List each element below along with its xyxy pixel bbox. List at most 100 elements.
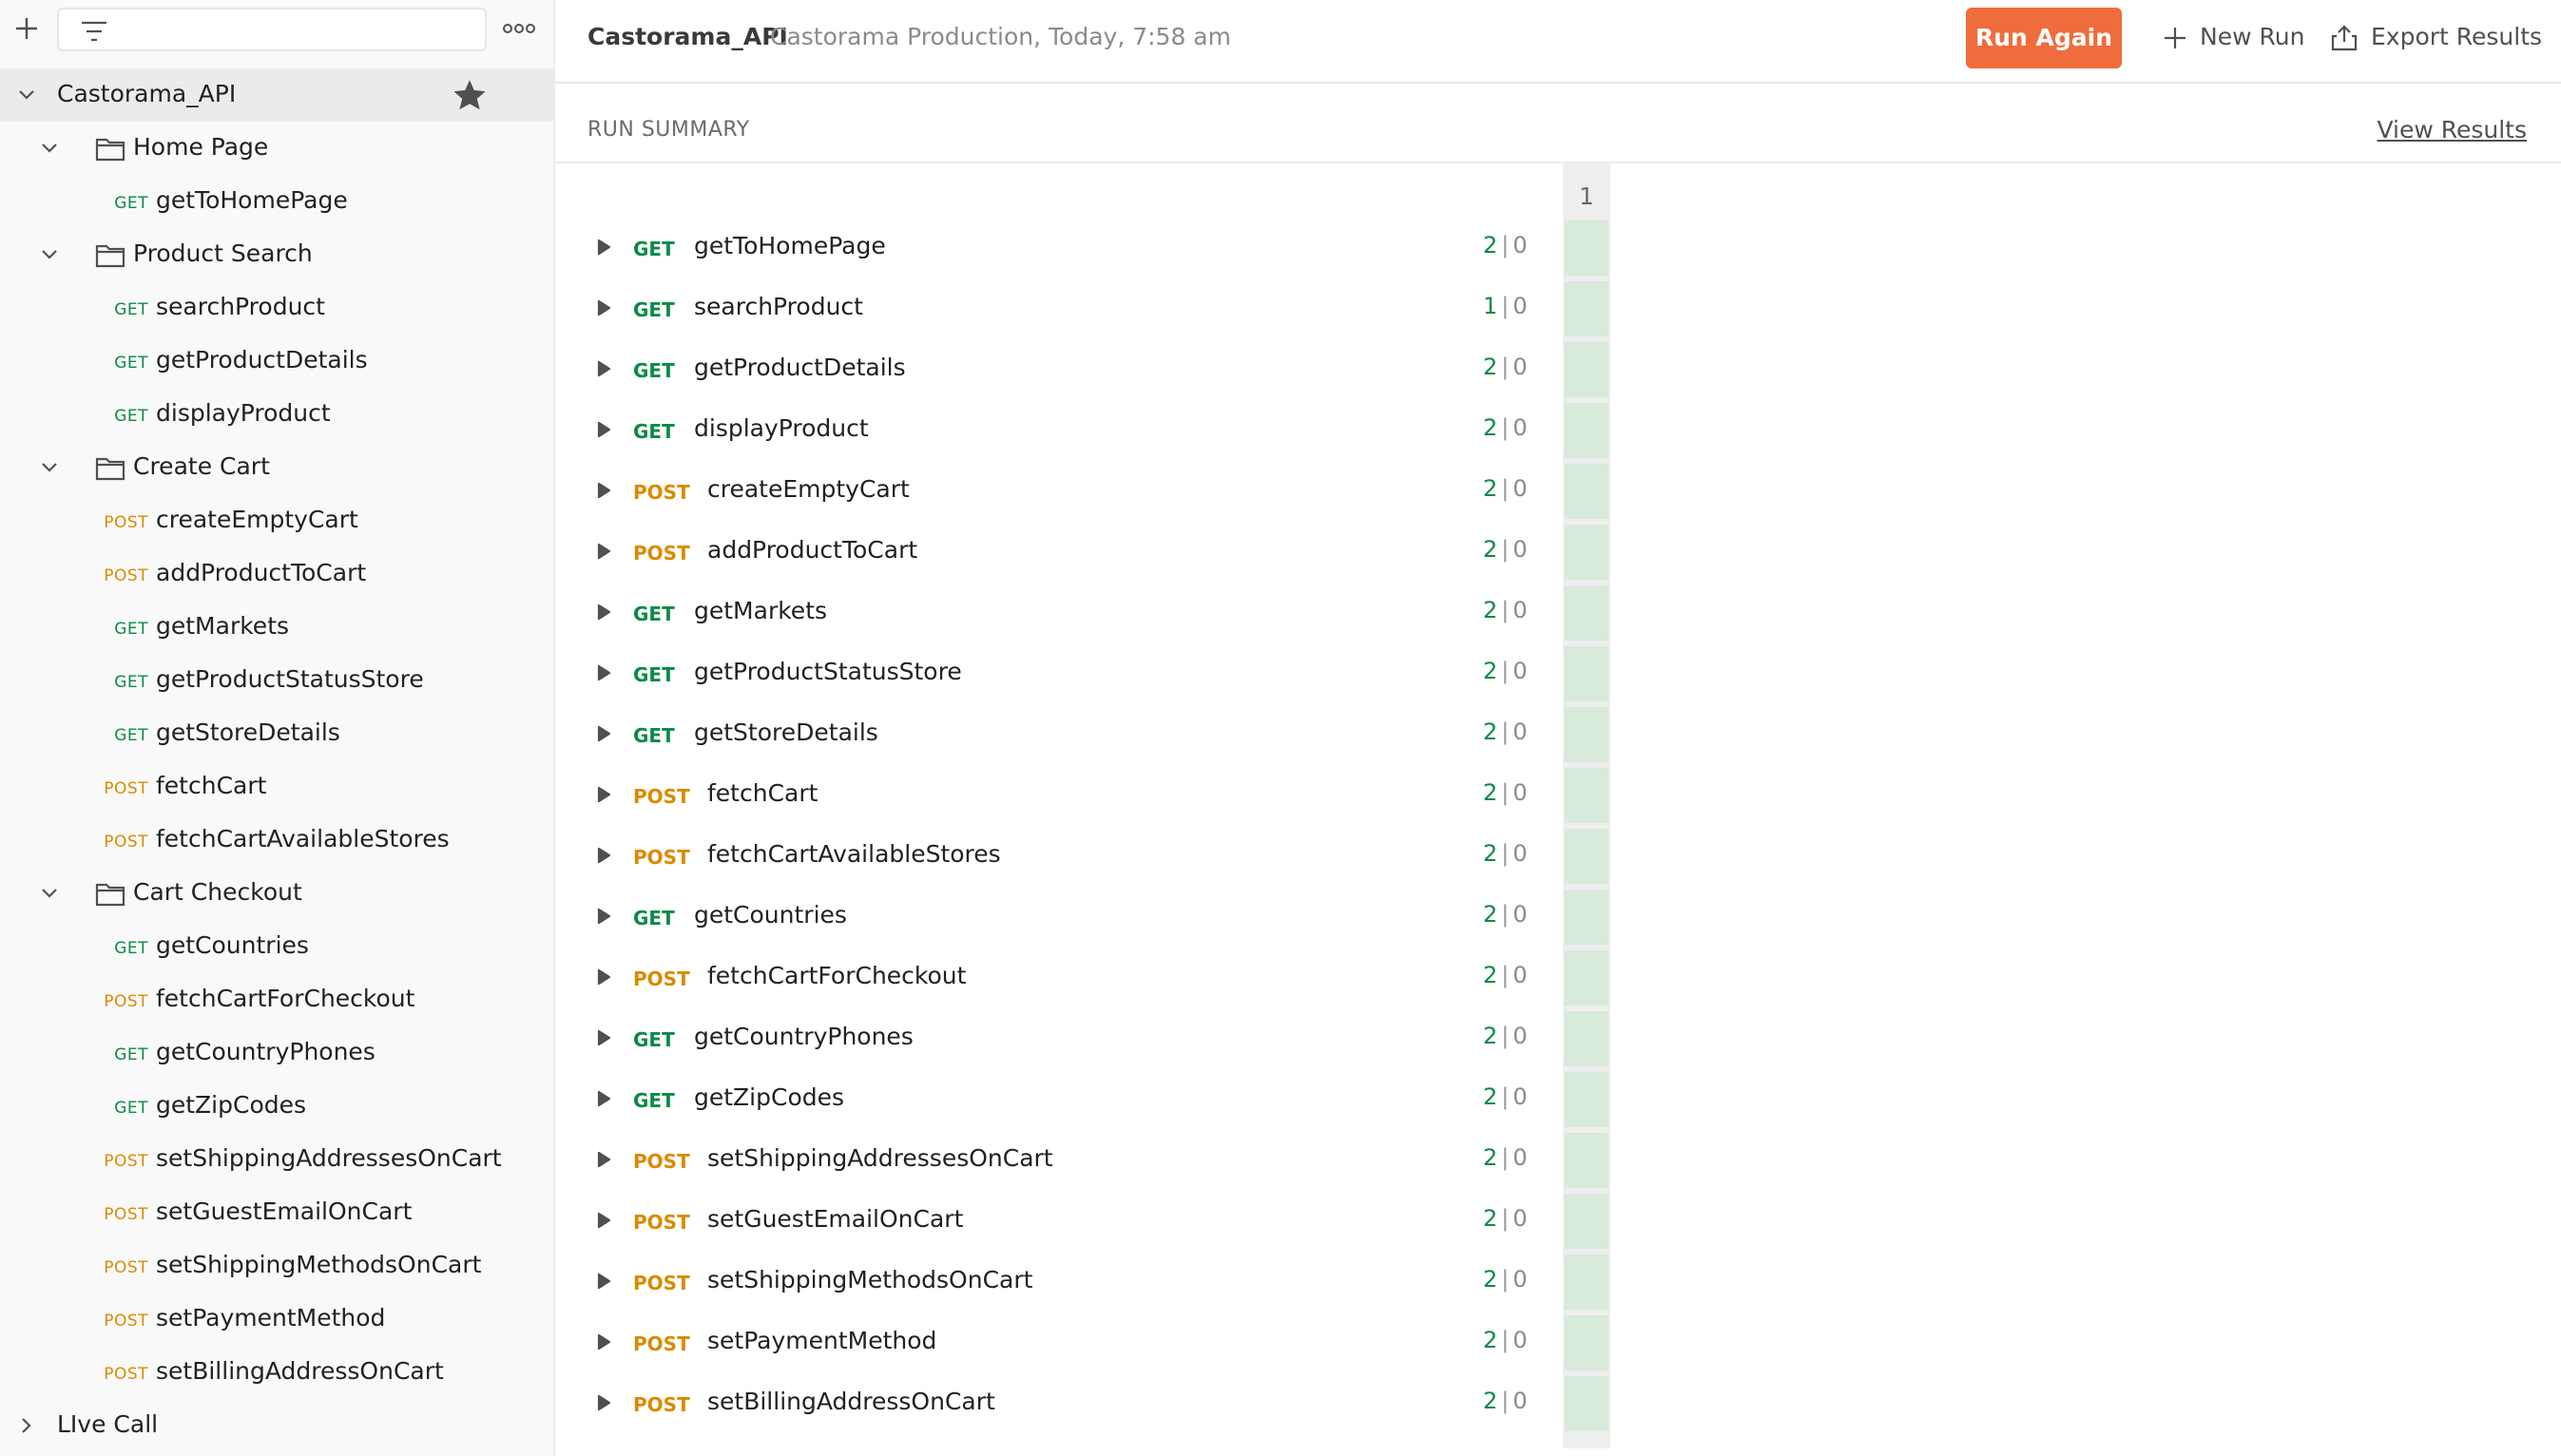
caret-right-icon[interactable] [597,1274,610,1289]
tree-row-request[interactable]: POST setGuestEmailOnCart [0,1186,553,1239]
tree-row-request[interactable]: POST createEmptyCart [0,494,553,547]
tree-row-folder[interactable]: Create Cart [0,441,553,494]
iteration-status-cell[interactable] [1565,646,1608,701]
tree-row-folder[interactable]: Home Page [0,122,553,175]
result-row[interactable]: GET getToHomePage 2 | 0 [555,217,1610,278]
result-row[interactable]: GET getStoreDetails 2 | 0 [555,703,1610,764]
iteration-status-cell[interactable] [1565,1011,1608,1066]
result-row[interactable]: POST setGuestEmailOnCart 2 | 0 [555,1190,1610,1251]
iteration-status-cell[interactable] [1565,1376,1608,1431]
chevron-down-icon[interactable] [17,86,36,105]
iteration-status-cell[interactable] [1565,281,1608,336]
tree-row-collection[interactable]: Castorama_API [0,68,553,122]
caret-right-icon[interactable] [597,1395,610,1410]
iteration-status-cell[interactable] [1565,1072,1608,1127]
iteration-status-cell[interactable] [1565,1255,1608,1310]
caret-right-icon[interactable] [597,787,610,802]
result-row[interactable]: POST fetchCartAvailableStores 2 | 0 [555,825,1610,886]
run-again-button[interactable]: Run Again [1966,8,2122,68]
tree-row-request[interactable]: POST fetchCartAvailableStores [0,814,553,867]
iteration-status-cell[interactable] [1565,1194,1608,1249]
iteration-status-cell[interactable] [1565,342,1608,397]
result-row[interactable]: POST createEmptyCart 2 | 0 [555,460,1610,521]
result-row[interactable]: GET searchProduct 1 | 0 [555,278,1610,338]
iteration-status-cell[interactable] [1565,890,1608,945]
tree-row-folder[interactable]: Cart Checkout [0,867,553,920]
tree-row-request[interactable]: GET getProductStatusStore [0,654,553,707]
caret-right-icon[interactable] [597,969,610,985]
result-row[interactable]: GET getProductDetails 2 | 0 [555,338,1610,399]
tree-row-request[interactable]: GET getCountryPhones [0,1026,553,1080]
chevron-down-icon[interactable] [40,245,59,264]
tree-row-request[interactable]: POST setPaymentMethod [0,1293,553,1346]
iteration-status-cell[interactable] [1565,464,1608,519]
tree-row-request[interactable]: POST setShippingMethodsOnCart [0,1239,553,1293]
count-separator: | [1501,1144,1510,1171]
tree-row-request[interactable]: POST setBillingAddressOnCart [0,1346,553,1399]
chevron-down-icon[interactable] [40,458,59,477]
iteration-status-cell[interactable] [1565,585,1608,641]
iteration-status-cell[interactable] [1565,829,1608,884]
caret-right-icon[interactable] [597,726,610,741]
iteration-status-cell[interactable] [1565,950,1608,1006]
caret-right-icon[interactable] [597,483,610,498]
tree-row-request[interactable]: GET displayProduct [0,388,553,441]
caret-right-icon[interactable] [597,665,610,680]
caret-right-icon[interactable] [597,1091,610,1106]
iteration-status-cell[interactable] [1565,1315,1608,1370]
sidebar-search-field[interactable] [57,8,487,51]
caret-right-icon[interactable] [597,422,610,437]
result-row[interactable]: GET getMarkets 2 | 0 [555,582,1610,642]
caret-right-icon[interactable] [597,1030,610,1045]
tree-row-request[interactable]: GET getMarkets [0,601,553,654]
tree-row-request[interactable]: GET getStoreDetails [0,707,553,760]
tree-row-request[interactable]: GET getZipCodes [0,1080,553,1133]
tree-row-collection[interactable]: LIve Call [0,1399,553,1452]
caret-right-icon[interactable] [597,909,610,924]
caret-right-icon[interactable] [597,604,610,620]
result-row[interactable]: POST fetchCartForCheckout 2 | 0 [555,947,1610,1007]
iteration-status-cell[interactable] [1565,403,1608,458]
plus-icon[interactable] [11,13,42,44]
caret-right-icon[interactable] [597,361,610,376]
method-badge: GET [633,907,675,929]
view-results-link[interactable]: View Results [2377,116,2527,144]
tree-row-request[interactable]: POST fetchCart [0,760,553,814]
result-row[interactable]: POST fetchCart 2 | 0 [555,764,1610,825]
iteration-status-cell[interactable] [1565,220,1608,276]
caret-right-icon[interactable] [597,1213,610,1228]
more-options-icon[interactable] [502,19,536,38]
result-row[interactable]: POST addProductToCart 2 | 0 [555,521,1610,582]
result-row[interactable]: GET getZipCodes 2 | 0 [555,1068,1610,1129]
result-row[interactable]: POST setShippingMethodsOnCart 2 | 0 [555,1251,1610,1312]
chevron-down-icon[interactable] [40,884,59,903]
tree-row-request[interactable]: GET getProductDetails [0,335,553,388]
result-row[interactable]: GET getProductStatusStore 2 | 0 [555,642,1610,703]
caret-right-icon[interactable] [597,239,610,255]
caret-right-icon[interactable] [597,544,610,559]
result-row[interactable]: GET getCountries 2 | 0 [555,886,1610,947]
tree-row-request[interactable]: POST fetchCartForCheckout [0,973,553,1026]
caret-right-icon[interactable] [597,300,610,316]
result-row[interactable]: GET displayProduct 2 | 0 [555,399,1610,460]
tree-row-request[interactable]: POST setShippingAddressesOnCart [0,1133,553,1186]
result-row[interactable]: GET getCountryPhones 2 | 0 [555,1007,1610,1068]
iteration-status-cell[interactable] [1565,707,1608,762]
tree-row-folder[interactable]: Product Search [0,228,553,281]
tree-row-request[interactable]: GET getCountries [0,920,553,973]
iteration-status-cell[interactable] [1565,768,1608,823]
result-row[interactable]: POST setBillingAddressOnCart 2 | 0 [555,1372,1610,1433]
caret-right-icon[interactable] [597,1152,610,1167]
result-row[interactable]: POST setPaymentMethod 2 | 0 [555,1312,1610,1372]
iteration-status-cell[interactable] [1565,1133,1608,1188]
tree-row-request[interactable]: POST addProductToCart [0,547,553,601]
caret-right-icon[interactable] [597,848,610,863]
iteration-status-cell[interactable] [1565,525,1608,580]
tree-row-request[interactable]: GET getToHomePage [0,175,553,228]
sidebar-search-input[interactable] [127,15,473,46]
tree-row-request[interactable]: GET searchProduct [0,281,553,335]
chevron-down-icon[interactable] [40,139,59,158]
chevron-right-icon[interactable] [17,1416,36,1435]
result-row[interactable]: POST setShippingAddressesOnCart 2 | 0 [555,1129,1610,1190]
caret-right-icon[interactable] [597,1334,610,1350]
